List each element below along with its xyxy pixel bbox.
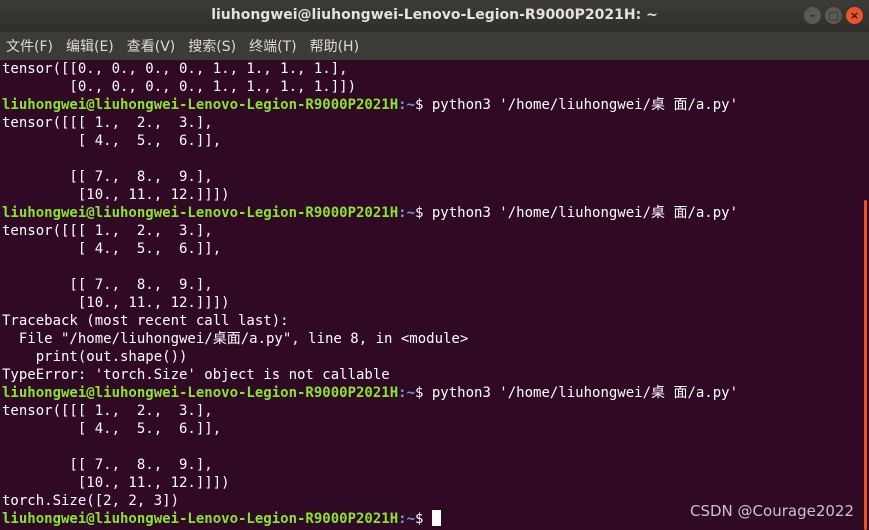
prompt-path: :~ xyxy=(398,511,416,527)
prompt-user-host: liuhongwei@liuhongwei-Lenovo-Legion-R900… xyxy=(2,511,399,527)
prompt-symbol: $ xyxy=(415,205,432,221)
output-line: [[ 7., 8., 9.], xyxy=(2,169,213,185)
prompt-line: liuhongwei@liuhongwei-Lenovo-Legion-R900… xyxy=(2,384,861,402)
output-line: [[ 7., 8., 9.], xyxy=(2,457,213,473)
terminal-scrollbar[interactable] xyxy=(861,60,869,530)
output-line: [10., 11., 12.]]]) xyxy=(2,187,230,203)
output-line: tensor([[0., 0., 0., 0., 1., 1., 1., 1.]… xyxy=(2,61,348,77)
watermark: CSDN @Courage2022 xyxy=(690,502,854,520)
output-line: print(out.shape()) xyxy=(2,349,188,365)
prompt-user-host: liuhongwei@liuhongwei-Lenovo-Legion-R900… xyxy=(2,97,399,113)
prompt-symbol: $ xyxy=(415,385,432,401)
output-line: [10., 11., 12.]]]) xyxy=(2,295,230,311)
prompt-path: :~ xyxy=(398,205,416,221)
text-cursor xyxy=(431,510,441,526)
scrollbar-thumb[interactable] xyxy=(864,200,867,530)
output-line: [ 4., 5., 6.]], xyxy=(2,241,222,257)
minimize-button[interactable]: – xyxy=(804,7,821,24)
output-line: [0., 0., 0., 0., 1., 1., 1., 1.]]) xyxy=(2,79,357,95)
output-line: File "/home/liuhongwei/桌面/a.py", line 8,… xyxy=(2,331,469,347)
menu-bar: 文件(F) 编辑(E) 查看(V) 搜索(S) 终端(T) 帮助(H) xyxy=(0,32,869,60)
menu-help[interactable]: 帮助(H) xyxy=(310,36,359,56)
prompt-symbol: $ xyxy=(415,511,432,527)
command-text: python3 '/home/liuhongwei/桌 面/a.py' xyxy=(431,205,739,221)
output-line: tensor([[[ 1., 2., 3.], xyxy=(2,115,213,131)
prompt-user-host: liuhongwei@liuhongwei-Lenovo-Legion-R900… xyxy=(2,205,399,221)
output-line: [ 4., 5., 6.]], xyxy=(2,421,222,437)
prompt-line: liuhongwei@liuhongwei-Lenovo-Legion-R900… xyxy=(2,96,861,114)
command-text: python3 '/home/liuhongwei/桌 面/a.py' xyxy=(431,97,739,113)
output-line: tensor([[[ 1., 2., 3.], xyxy=(2,403,213,419)
terminal-output[interactable]: tensor([[0., 0., 0., 0., 1., 1., 1., 1.]… xyxy=(0,60,861,530)
window-controls: – □ × xyxy=(804,7,863,24)
output-line: [10., 11., 12.]]]) xyxy=(2,475,230,491)
title-bar: liuhongwei@liuhongwei-Lenovo-Legion-R900… xyxy=(0,0,869,32)
close-button[interactable]: × xyxy=(846,7,863,24)
prompt-line: liuhongwei@liuhongwei-Lenovo-Legion-R900… xyxy=(2,204,861,222)
menu-view[interactable]: 查看(V) xyxy=(127,36,176,56)
menu-edit[interactable]: 编辑(E) xyxy=(66,36,114,56)
menu-file[interactable]: 文件(F) xyxy=(6,36,53,56)
window-title: liuhongwei@liuhongwei-Lenovo-Legion-R900… xyxy=(211,7,658,23)
output-line: TypeError: 'torch.Size' object is not ca… xyxy=(2,367,390,383)
prompt-path: :~ xyxy=(398,385,416,401)
prompt-user-host: liuhongwei@liuhongwei-Lenovo-Legion-R900… xyxy=(2,385,399,401)
command-text: python3 '/home/liuhongwei/桌 面/a.py' xyxy=(431,385,739,401)
prompt-path: :~ xyxy=(398,97,416,113)
output-line: [[ 7., 8., 9.], xyxy=(2,277,213,293)
menu-search[interactable]: 搜索(S) xyxy=(188,36,236,56)
prompt-symbol: $ xyxy=(415,97,432,113)
output-line: tensor([[[ 1., 2., 3.], xyxy=(2,223,213,239)
menu-terminal[interactable]: 终端(T) xyxy=(249,36,296,56)
output-line: [ 4., 5., 6.]], xyxy=(2,133,222,149)
output-line: Traceback (most recent call last): xyxy=(2,313,289,329)
maximize-button[interactable]: □ xyxy=(825,7,842,24)
